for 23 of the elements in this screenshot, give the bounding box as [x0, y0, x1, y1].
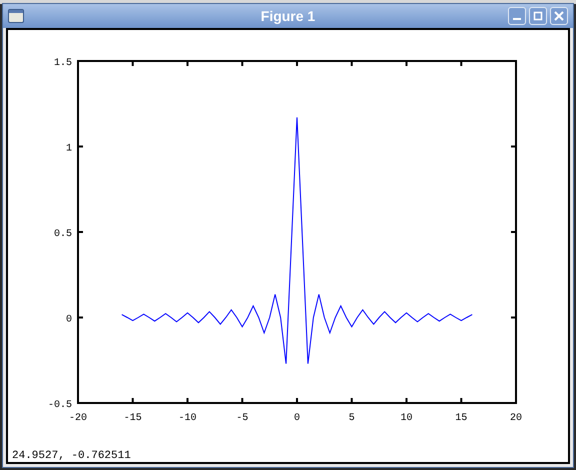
minimize-button[interactable] [508, 7, 526, 25]
y-tick-label: -0.5 [48, 400, 72, 411]
x-tick-label: 5 [348, 413, 355, 424]
x-tick-label: -20 [69, 413, 87, 424]
window-menu-icon[interactable] [8, 9, 24, 23]
x-tick-label: 20 [510, 413, 522, 424]
window-title: Figure 1 [260, 6, 316, 26]
maximize-icon [533, 11, 543, 21]
y-tick-label: 0 [66, 314, 72, 326]
y-tick-label: 0.5 [54, 229, 72, 240]
x-tick-label: -5 [236, 413, 248, 424]
x-tick-label: -10 [178, 413, 196, 424]
minimize-icon [512, 18, 522, 20]
close-button[interactable] [550, 7, 568, 25]
close-icon [554, 11, 564, 21]
y-tick-label: 1 [66, 144, 72, 154]
x-tick-label: 0 [294, 413, 300, 424]
x-tick-label: -15 [124, 413, 142, 424]
maximize-button[interactable] [529, 7, 547, 25]
x-tick-label: 15 [455, 413, 468, 424]
x-tick-label: 10 [400, 413, 412, 424]
y-tick-label: 1.5 [54, 58, 72, 69]
cursor-coordinates: 24.9527, -0.762511 [11, 450, 132, 462]
